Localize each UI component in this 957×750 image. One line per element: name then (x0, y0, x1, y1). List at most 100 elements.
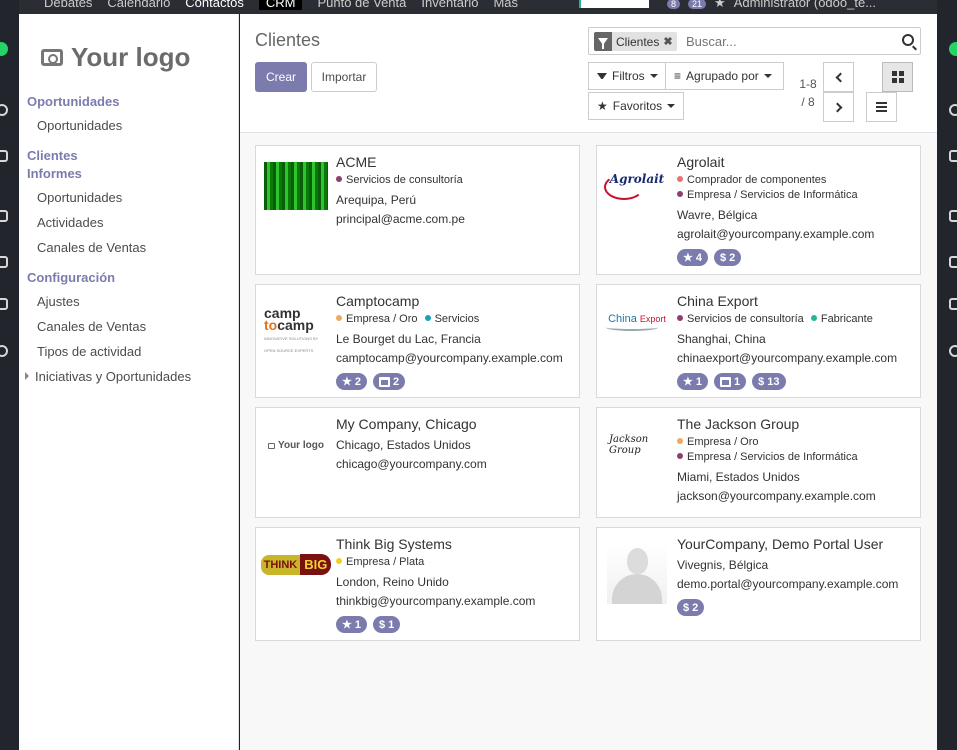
partner-email: principal@acme.com.pe (336, 212, 465, 226)
pager-value[interactable]: 1-8 / 8 (798, 75, 818, 111)
pager-previous-button[interactable] (823, 62, 854, 92)
menu-inventario[interactable]: Inventario (421, 0, 478, 10)
your-logo-small: Your logo (268, 440, 324, 451)
sidebar-item-canales-de-ventas[interactable]: Canales de Ventas (37, 240, 146, 255)
loading-bar (579, 0, 649, 8)
bars-icon: ≡ (674, 69, 682, 83)
star-icon[interactable]: ★ (714, 0, 726, 11)
activities-count: 21 (688, 0, 707, 9)
remove-facet-icon[interactable]: ✖ (663, 35, 676, 48)
badge-list: ★ 4 $2 (677, 249, 914, 266)
whatsapp-icon[interactable] (0, 42, 8, 56)
activities-icon[interactable]: 21 (688, 0, 707, 11)
menu-punto-de-venta[interactable]: Punto de Venta (317, 0, 406, 10)
search-input[interactable] (686, 32, 886, 51)
partner-address: London, Reino Unido (336, 575, 449, 589)
dollar-icon: $ (379, 618, 386, 631)
sidebar-item-config-canales[interactable]: Canales de Ventas (37, 319, 146, 334)
kanban-card-my-company-chicago[interactable]: Your logo My Company, Chicago Chicago, E… (255, 407, 580, 518)
filters-dropdown[interactable]: Filtros (588, 62, 666, 90)
favorites-badge[interactable]: ★ 4 (677, 249, 708, 266)
clock-icon[interactable] (0, 345, 8, 357)
meetings-badge[interactable]: 1 (714, 373, 747, 390)
whatsapp-icon[interactable] (949, 42, 957, 56)
kanban-view-button[interactable] (882, 62, 913, 92)
grid-icon[interactable] (0, 210, 8, 222)
kanban-card-think-big[interactable]: THINK BIG Think Big Systems Empresa / Pla… (255, 527, 580, 641)
partner-name: Think Big Systems (336, 536, 452, 552)
sidebar-item-informes-oportunidades[interactable]: Oportunidades (37, 190, 122, 205)
sales-badge[interactable]: $1 (373, 616, 401, 633)
sidebar-item-oportunidades[interactable]: Oportunidades (37, 118, 122, 133)
import-button[interactable]: Importar (311, 62, 377, 92)
search-icon[interactable] (902, 34, 914, 46)
kanban-card-agrolait[interactable]: Agrolait Agrolait Comprador de component… (596, 145, 921, 275)
sidebar-section-configuracion[interactable]: Configuración (27, 270, 115, 285)
sidebar-item-iniciativas[interactable]: Iniciativas y Oportunidades (25, 369, 191, 384)
sales-badge[interactable]: $2 (677, 599, 705, 616)
tag: Empresa / Oro (677, 435, 759, 450)
wallet-icon[interactable] (0, 298, 8, 310)
tag: Fabricante (810, 312, 873, 327)
menu-crm[interactable]: CRM (258, 0, 303, 10)
search-icon[interactable] (0, 104, 8, 116)
clock-icon[interactable] (949, 345, 957, 357)
partner-address: Arequipa, Perú (336, 193, 417, 207)
partner-image: Jackson Group (603, 434, 669, 456)
menu-mas[interactable]: Más (493, 0, 518, 10)
partner-address: Vivegnis, Bélgica (677, 558, 769, 572)
kanban-card-jackson-group[interactable]: Jackson Group The Jackson Group Empresa … (596, 407, 921, 518)
list-view-button[interactable] (866, 92, 897, 122)
pager-range: 1-8 (799, 77, 817, 91)
send-icon[interactable] (0, 150, 8, 162)
favorites-badge[interactable]: ★ 1 (677, 373, 708, 390)
pager-next-button[interactable] (823, 92, 854, 122)
messages-icon[interactable]: 8 (667, 0, 681, 11)
grid-icon[interactable] (949, 210, 957, 222)
favorites-badge[interactable]: ★ 2 (336, 373, 367, 390)
camptocamp-logo: camp tocamp INNOVATIVE SOLUTIONS BY OPEN S… (264, 305, 319, 353)
heart-icon[interactable] (0, 256, 8, 268)
kanban-card-demo-portal-user[interactable]: YourCompany, Demo Portal User Vivegnis, … (596, 527, 921, 641)
kanban-card-acme[interactable]: ACME Servicios de consultoría Arequipa, … (255, 145, 580, 275)
sales-badge[interactable]: $2 (714, 249, 742, 266)
agrolait-logo: Agrolait (603, 172, 665, 200)
sidebar-section-oportunidades[interactable]: Oportunidades (27, 94, 119, 109)
create-button[interactable]: Crear (255, 62, 307, 92)
tag: Empresa / Oro (336, 312, 418, 327)
favorites-badge[interactable]: ★ 1 (336, 616, 367, 633)
wallet-icon[interactable] (949, 298, 957, 310)
top-navbar: Debates Calendario Contactos CRM Punto d… (19, 0, 937, 14)
messenger-icon[interactable] (949, 104, 957, 116)
caret-down-icon (649, 74, 658, 78)
filters-label: Filtros (612, 69, 645, 83)
menu-debates[interactable]: Debates (44, 0, 92, 10)
kanban-card-camptocamp[interactable]: camp tocamp INNOVATIVE SOLUTIONS BY OPEN S… (255, 284, 580, 398)
star-icon: ★ (342, 619, 352, 631)
sales-badge[interactable]: $13 (752, 373, 786, 390)
sidebar-section-clientes[interactable]: Clientes (27, 148, 78, 163)
main-content: Clientes Crear Importar Clientes ✖ Filtr… (240, 14, 937, 750)
favorites-dropdown[interactable]: ★ Favoritos (588, 92, 684, 120)
heart-icon[interactable] (949, 256, 957, 268)
systray: 8 21 ★ Administrator (odoo_te... (667, 0, 876, 11)
pager-total: / 8 (801, 95, 815, 109)
send-icon[interactable] (949, 150, 957, 162)
company-logo: Your logo (41, 36, 221, 78)
chevron-left-icon (835, 72, 845, 82)
menu-contactos[interactable]: Contactos (185, 0, 244, 10)
menu-calendario[interactable]: Calendario (107, 0, 170, 10)
sidebar-item-ajustes[interactable]: Ajustes (37, 294, 80, 309)
sidebar-section-informes[interactable]: Informes (27, 166, 82, 181)
kanban-icon (891, 71, 904, 83)
user-menu[interactable]: Administrator (odoo_te... (734, 0, 876, 11)
partner-image: camp tocamp INNOVATIVE SOLUTIONS BY OPEN S… (264, 305, 328, 357)
tag: Empresa / Plata (336, 555, 424, 570)
sidebar-item-actividades[interactable]: Actividades (37, 215, 103, 230)
caret-right-icon (25, 372, 29, 380)
groupby-dropdown[interactable]: ≡ Agrupado por (665, 62, 784, 90)
partner-image: Agrolait (603, 172, 669, 200)
sidebar-item-tipos-de-actividad[interactable]: Tipos de actividad (37, 344, 141, 359)
kanban-card-china-export[interactable]: China Export China Export Servicios de c… (596, 284, 921, 398)
meetings-badge[interactable]: 2 (373, 373, 406, 390)
